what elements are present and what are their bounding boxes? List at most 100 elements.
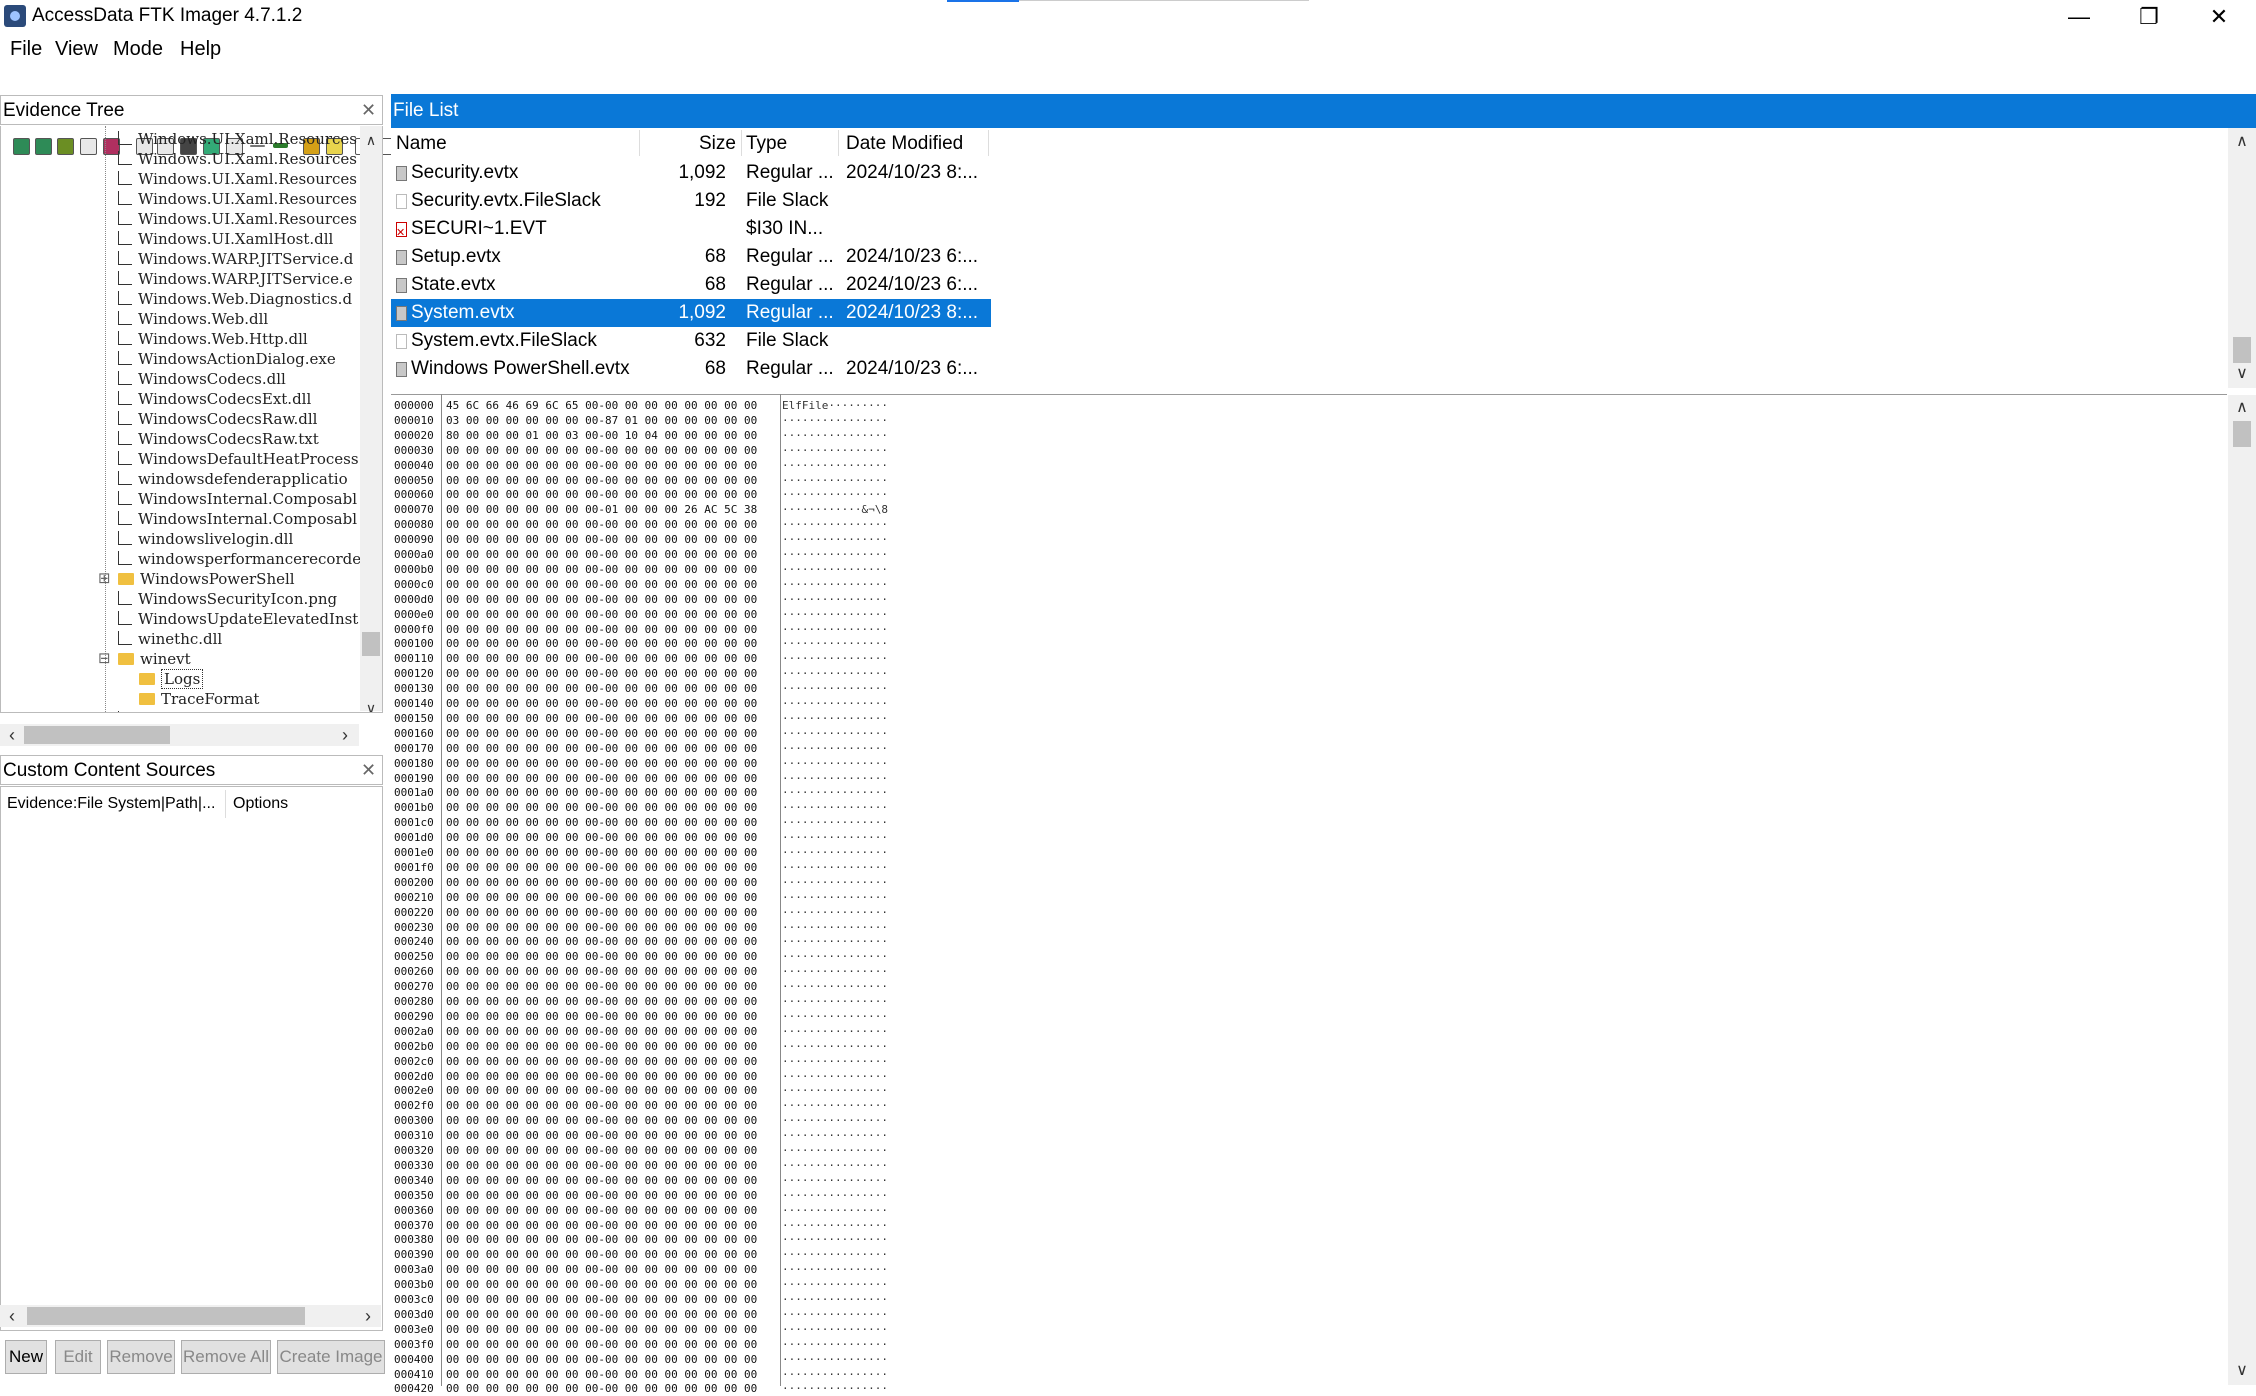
hex-ascii[interactable]: ············&¬\8 xyxy=(782,502,888,517)
tree-item[interactable]: WindowsInternal.Composabl xyxy=(118,490,357,510)
hex-bytes[interactable]: 00 00 00 00 00 00 00 00-00 00 00 00 00 0… xyxy=(446,532,757,547)
column-type[interactable]: Type xyxy=(746,133,787,155)
tree-item[interactable]: WindowsCodecs.dll xyxy=(118,370,286,390)
hex-ascii[interactable]: ················ xyxy=(782,1173,888,1188)
hex-ascii[interactable]: ················ xyxy=(782,1113,888,1128)
tree-item[interactable]: WindowsDefaultHeatProcess xyxy=(118,450,359,470)
hex-bytes[interactable]: 00 00 00 00 00 00 00 00-00 00 00 00 00 0… xyxy=(446,473,757,488)
hex-ascii[interactable]: ················ xyxy=(782,622,888,637)
custom-content-close-icon[interactable]: ✕ xyxy=(361,760,376,781)
hex-bytes[interactable]: 00 00 00 00 00 00 00 00-01 00 00 00 26 A… xyxy=(446,502,757,517)
tree-item[interactable]: WinFax.dll xyxy=(118,710,218,712)
hex-ascii[interactable]: ················ xyxy=(782,1203,888,1218)
hex-ascii[interactable]: ················ xyxy=(782,905,888,920)
hex-ascii[interactable]: ················ xyxy=(782,532,888,547)
hex-bytes[interactable]: 00 00 00 00 00 00 00 00-00 00 00 00 00 0… xyxy=(446,1307,757,1322)
hex-bytes[interactable]: 00 00 00 00 00 00 00 00-00 00 00 00 00 0… xyxy=(446,1039,757,1054)
hex-ascii[interactable]: ················ xyxy=(782,458,888,473)
tree-item[interactable]: Windows.UI.Xaml.Resources xyxy=(118,150,357,170)
hex-bytes[interactable]: 00 00 00 00 00 00 00 00-00 00 00 00 00 0… xyxy=(446,1083,757,1098)
evidence-tree-hscroll-thumb[interactable] xyxy=(24,726,170,744)
tree-item[interactable]: WindowsCodecsRaw.txt xyxy=(118,430,319,450)
edit-button[interactable]: Edit xyxy=(55,1340,101,1374)
tree-folder[interactable]: ⊟ winevt xyxy=(98,649,191,670)
file-row[interactable]: System.evtx 1,092 Regular ... 2024/10/23 8:… xyxy=(391,299,991,327)
hex-bytes[interactable]: 00 00 00 00 00 00 00 00-00 00 00 00 00 0… xyxy=(446,1203,757,1218)
hex-bytes[interactable]: 00 00 00 00 00 00 00 00-00 00 00 00 00 0… xyxy=(446,577,757,592)
hex-ascii[interactable]: ················ xyxy=(782,1158,888,1173)
scroll-down-arrow[interactable]: ∨ xyxy=(363,700,379,712)
hex-bytes[interactable]: 00 00 00 00 00 00 00 00-00 00 00 00 00 0… xyxy=(446,1322,757,1337)
hex-ascii[interactable]: ················ xyxy=(782,577,888,592)
tree-folder[interactable]: ⊞ WindowsPowerShell xyxy=(98,569,295,590)
hex-ascii[interactable]: ················ xyxy=(782,487,888,502)
hex-ascii[interactable]: ················ xyxy=(782,1054,888,1069)
hex-bytes[interactable]: 00 00 00 00 00 00 00 00-00 00 00 00 00 0… xyxy=(446,994,757,1009)
tree-item[interactable]: Windows.Web.Diagnostics.d xyxy=(118,290,352,310)
hex-bytes[interactable]: 00 00 00 00 00 00 00 00-00 00 00 00 00 0… xyxy=(446,1232,757,1247)
hex-bytes[interactable]: 00 00 00 00 00 00 00 00-00 00 00 00 00 0… xyxy=(446,815,757,830)
hex-bytes[interactable]: 00 00 00 00 00 00 00 00-00 00 00 00 00 0… xyxy=(446,1367,757,1382)
hex-ascii[interactable]: ················ xyxy=(782,800,888,815)
hex-bytes[interactable]: 00 00 00 00 00 00 00 00-00 00 00 00 00 0… xyxy=(446,547,757,562)
hex-bytes[interactable]: 00 00 00 00 00 00 00 00-00 00 00 00 00 0… xyxy=(446,681,757,696)
tree-folder[interactable]: Logs xyxy=(139,669,204,690)
hex-ascii[interactable]: ················ xyxy=(782,1322,888,1337)
scroll-up-arrow[interactable]: ∧ xyxy=(2234,400,2250,416)
hex-bytes[interactable]: 00 00 00 00 00 00 00 00-00 00 00 00 00 0… xyxy=(446,920,757,935)
menu-help[interactable]: Help xyxy=(180,38,221,61)
hex-ascii[interactable]: ················ xyxy=(782,562,888,577)
hex-bytes[interactable]: 00 00 00 00 00 00 00 00-00 00 00 00 00 0… xyxy=(446,1173,757,1188)
hex-bytes[interactable]: 00 00 00 00 00 00 00 00-00 00 00 00 00 0… xyxy=(446,562,757,577)
hex-bytes[interactable]: 00 00 00 00 00 00 00 00-00 00 00 00 00 0… xyxy=(446,1218,757,1233)
hex-bytes[interactable]: 00 00 00 00 00 00 00 00-00 00 00 00 00 0… xyxy=(446,1113,757,1128)
hex-ascii[interactable]: ················ xyxy=(782,1024,888,1039)
maximize-button[interactable]: ❐ xyxy=(2114,0,2184,34)
hex-bytes[interactable]: 00 00 00 00 00 00 00 00-00 00 00 00 00 0… xyxy=(446,458,757,473)
hex-ascii[interactable]: ················ xyxy=(782,845,888,860)
hex-bytes[interactable]: 00 00 00 00 00 00 00 00-00 00 00 00 00 0… xyxy=(446,607,757,622)
hex-bytes[interactable]: 00 00 00 00 00 00 00 00-00 00 00 00 00 0… xyxy=(446,1292,757,1307)
remove-button[interactable]: Remove xyxy=(107,1340,175,1374)
hex-ascii[interactable]: ················ xyxy=(782,785,888,800)
hex-vscrollbar[interactable] xyxy=(2228,395,2256,1385)
tree-item[interactable]: WindowsSecurityIcon.png xyxy=(118,590,337,610)
hex-ascii[interactable]: ················ xyxy=(782,443,888,458)
hex-ascii[interactable]: ················ xyxy=(782,1039,888,1054)
hex-bytes[interactable]: 00 00 00 00 00 00 00 00-00 00 00 00 00 0… xyxy=(446,592,757,607)
scroll-up-arrow[interactable]: ∧ xyxy=(2234,134,2250,150)
tree-item[interactable]: winethc.dll xyxy=(118,630,222,650)
hex-bytes[interactable]: 45 6C 66 46 69 6C 65 00-00 00 00 00 00 0… xyxy=(446,398,757,413)
file-row[interactable]: Security.evtx.FileSlack 192 File Slack xyxy=(391,187,991,215)
hex-ascii[interactable]: ················ xyxy=(782,949,888,964)
hex-ascii[interactable]: ················ xyxy=(782,979,888,994)
tree-item[interactable]: windowslivelogin.dll xyxy=(118,530,293,550)
file-row[interactable]: Security.evtx 1,092 Regular ... 2024/10/23 … xyxy=(391,159,991,187)
tree-item[interactable]: Windows.UI.Xaml.Resources xyxy=(118,190,357,210)
collapse-icon[interactable]: ⊟ xyxy=(98,649,111,667)
column-evidence[interactable]: Evidence:File System|Path|... xyxy=(7,795,215,813)
hex-ascii[interactable]: ················ xyxy=(782,1337,888,1352)
hex-ascii[interactable]: ················ xyxy=(782,1083,888,1098)
file-row[interactable]: SECURI~1.EVT $I30 IN... xyxy=(391,215,991,247)
hex-bytes[interactable]: 00 00 00 00 00 00 00 00-00 00 00 00 00 0… xyxy=(446,979,757,994)
menu-mode[interactable]: Mode xyxy=(113,38,163,61)
hex-ascii[interactable]: ················ xyxy=(782,547,888,562)
hex-ascii[interactable]: ················ xyxy=(782,681,888,696)
hex-ascii[interactable]: ················ xyxy=(782,473,888,488)
column-size[interactable]: Size xyxy=(699,133,736,155)
file-row[interactable]: State.evtx 68 Regular ... 2024/10/23 6:... xyxy=(391,271,991,299)
hex-bytes[interactable]: 00 00 00 00 00 00 00 00-00 00 00 00 00 0… xyxy=(446,860,757,875)
tree-item[interactable]: windowsdefenderapplicatio xyxy=(118,470,348,490)
evidence-tree-vscroll-thumb[interactable] xyxy=(362,632,380,656)
hex-ascii[interactable]: ················ xyxy=(782,1307,888,1322)
hex-ascii[interactable]: ················ xyxy=(782,1069,888,1084)
hex-ascii[interactable]: ················ xyxy=(782,1352,888,1367)
hex-ascii[interactable]: ················ xyxy=(782,934,888,949)
hex-ascii[interactable]: ················ xyxy=(782,815,888,830)
hex-ascii[interactable]: ················ xyxy=(782,1367,888,1382)
hex-bytes[interactable]: 00 00 00 00 00 00 00 00-00 00 00 00 00 0… xyxy=(446,800,757,815)
hex-bytes[interactable]: 00 00 00 00 00 00 00 00-00 00 00 00 00 0… xyxy=(446,622,757,637)
tree-item[interactable]: Windows.UI.Xaml.Resources xyxy=(118,170,357,190)
hex-ascii[interactable]: ················ xyxy=(782,1232,888,1247)
